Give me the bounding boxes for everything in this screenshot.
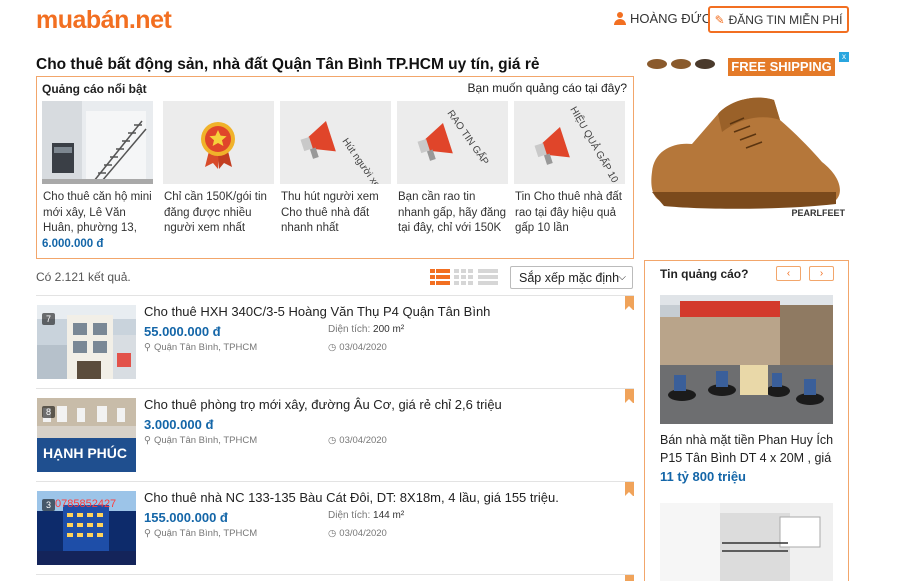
featured-item[interactable]: HIỆU QUẢ GẤP 10 Tin Cho thuê nhà đất rao… (514, 101, 625, 237)
photo-count-badge: 8 (42, 406, 56, 418)
shoe-ad-image (644, 52, 849, 222)
shoe-ad-banner[interactable]: FREE SHIPPING x PEARLFEET (644, 52, 849, 222)
listing-row[interactable]: 7 Cho thuê HXH 340C/3-5 Hoàng Văn Thụ P4… (36, 295, 634, 387)
location-text: Quận Tân Bình, TPHCM (153, 435, 258, 446)
bookmark-icon[interactable] (625, 296, 634, 310)
area-value: 144 m² (373, 510, 405, 521)
area-value: 200 m² (373, 324, 405, 335)
featured-item-image: RAO TIN GẤP (397, 101, 508, 184)
listing-title[interactable]: Cho thuê HXH 340C/3-5 Hoàng Văn Thụ P4 Q… (144, 304, 490, 319)
featured-item-image: Hút người xem (280, 101, 391, 184)
ad-choices-icon[interactable]: x (839, 52, 849, 62)
grid-view-icon[interactable] (454, 268, 474, 286)
listing-date: ◷ 03/04/2020 (328, 528, 387, 539)
sponsored-image[interactable] (660, 295, 833, 424)
logo-main: muabán (36, 6, 129, 34)
area-label: Diện tích: (328, 324, 371, 335)
featured-ads-box: Quảng cáo nổi bật Bạn muốn quảng cáo tại… (36, 76, 634, 259)
bookmark-icon[interactable] (625, 482, 634, 496)
sponsored-heading: Tin quảng cáo? (660, 267, 749, 281)
pencil-icon: ✎ (714, 12, 725, 27)
listing-row[interactable]: HẠNH PHÚC 8 Cho thuê phòng trọ mới xây, … (36, 388, 634, 480)
next-arrow-button[interactable]: › (809, 266, 834, 281)
phone-watermark: 0785852427 (55, 498, 116, 510)
chevron-down-icon: ⌵ (618, 272, 626, 283)
sponsored-image-2[interactable] (660, 503, 833, 581)
listing-price: 55.000.000 đ (144, 324, 221, 339)
listing-row[interactable] (36, 574, 634, 581)
sponsored-title[interactable]: Bán nhà mặt tiền Phan Huy Ích P15 Tân Bì… (660, 431, 840, 467)
featured-item[interactable]: Chỉ cần 150K/gói tin đăng được nhiều ngư… (163, 101, 274, 237)
location-text: Quận Tân Bình, TPHCM (153, 528, 258, 539)
featured-item[interactable]: Hút người xem Thu hút người xem Cho thuê… (280, 101, 391, 237)
ad-brand: PEARLFEET (791, 208, 845, 218)
location-text: Quận Tân Bình, TPHCM (153, 342, 258, 353)
free-shipping-label: FREE SHIPPING (728, 58, 835, 76)
listing-date: ◷ 03/04/2020 (328, 342, 387, 353)
featured-item[interactable]: RAO TIN GẤP Bạn cần rao tin nhanh gấp, h… (397, 101, 508, 237)
clock-icon: ◷ (328, 528, 337, 539)
listing-thumbnail: HẠNH PHÚC 8 (37, 398, 136, 472)
listing-area: Diện tích: 144 m² (328, 510, 404, 521)
sponsored-price: 11 tỷ 800 triệu (660, 469, 746, 484)
listing-title[interactable]: Cho thuê nhà NC 133-135 Bàu Cát Đôi, DT:… (144, 490, 559, 505)
listing-location: ⚲ Quận Tân Bình, TPHCM (144, 435, 257, 446)
featured-item-image (42, 101, 153, 184)
logo-tld: .net (128, 6, 172, 34)
location-pin-icon: ⚲ (144, 528, 151, 539)
compact-view-icon[interactable] (478, 268, 498, 286)
listing-location: ⚲ Quận Tân Bình, TPHCM (144, 528, 257, 539)
listing-thumbnail: 7 (37, 305, 136, 379)
sponsored-panel: Tin quảng cáo? ‹ › Bán nhà mặt tiền Phan… (644, 260, 849, 581)
listing-area: Diện tích: 200 m² (328, 324, 404, 335)
sign-text: HẠNH PHÚC (43, 444, 127, 461)
listing-price: 3.000.000 đ (144, 417, 214, 432)
list-view-icon[interactable] (430, 268, 450, 286)
date-text: 03/04/2020 (339, 435, 387, 446)
area-label: Diện tích: (328, 510, 371, 521)
bookmark-icon[interactable] (625, 389, 634, 403)
post-button-label: ĐĂNG TIN MIỄN PHÍ (728, 12, 843, 27)
results-count: Có 2.121 kết quả. (36, 270, 131, 284)
featured-heading: Quảng cáo nổi bật (42, 82, 147, 96)
listing-title[interactable]: Cho thuê phòng trọ mới xây, đường Âu Cơ,… (144, 397, 502, 412)
featured-item-image: HIỆU QUẢ GẤP 10 (514, 101, 625, 184)
location-pin-icon: ⚲ (144, 435, 151, 446)
featured-item-text: Chỉ cần 150K/gói tin đăng được nhiều ngư… (164, 191, 267, 234)
prev-arrow-button[interactable]: ‹ (776, 266, 801, 281)
clock-icon: ◷ (328, 342, 337, 353)
listing-row[interactable]: 0785852427 3 Cho thuê nhà NC 133-135 Bàu… (36, 481, 634, 573)
featured-item[interactable]: Cho thuê căn hộ mini mới xây, Lê Văn Huâ… (42, 101, 153, 252)
site-logo[interactable]: muabán.net (36, 6, 172, 35)
photo-count-badge: 3 (42, 499, 56, 511)
user-name: HOÀNG ĐỨC (630, 11, 712, 26)
featured-item-image (163, 101, 274, 184)
listing-price: 155.000.000 đ (144, 510, 228, 525)
featured-item-price: 6.000.000 đ (42, 237, 104, 250)
listing-location: ⚲ Quận Tân Bình, TPHCM (144, 342, 257, 353)
listing-thumbnail: 0785852427 3 (37, 491, 136, 565)
photo-count-badge: 7 (42, 313, 56, 325)
location-pin-icon: ⚲ (144, 342, 151, 353)
featured-item-text: Tin Cho thuê nhà đất rao tại đây hiệu qu… (515, 191, 622, 234)
listing-date: ◷ 03/04/2020 (328, 435, 387, 446)
bookmark-icon[interactable] (625, 575, 634, 581)
date-text: 03/04/2020 (339, 342, 387, 353)
page: muabán.net HOÀNG ĐỨC ✎ ĐĂNG TIN MIỄN PHÍ… (0, 0, 900, 581)
featured-item-text: Thu hút người xem Cho thuê nhà đất nhanh… (281, 191, 379, 234)
sort-label: Sắp xếp mặc định (519, 270, 620, 285)
featured-item-text: Bạn cần rao tin nhanh gấp, hãy đăng tại … (398, 191, 507, 234)
sort-select[interactable]: Sắp xếp mặc định ⌵ (510, 266, 633, 289)
date-text: 03/04/2020 (339, 528, 387, 539)
advertise-here-link[interactable]: Bạn muốn quảng cáo tại đây? (468, 81, 627, 95)
page-title: Cho thuê bất động sản, nhà đất Quận Tân … (36, 56, 540, 73)
user-icon (614, 12, 626, 25)
featured-item-text: Cho thuê căn hộ mini mới xây, Lê Văn Huâ… (43, 191, 152, 234)
user-account-link[interactable]: HOÀNG ĐỨC (614, 11, 711, 26)
post-free-listing-button[interactable]: ✎ ĐĂNG TIN MIỄN PHÍ (708, 6, 849, 33)
clock-icon: ◷ (328, 435, 337, 446)
